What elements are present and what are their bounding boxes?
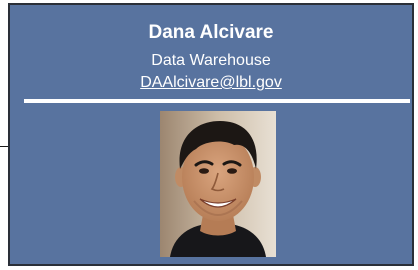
profile-card: Dana Alcivare Data Warehouse DAAlcivare@… bbox=[8, 3, 414, 266]
person-name: Dana Alcivare bbox=[148, 22, 274, 43]
portrait-image bbox=[160, 111, 276, 257]
divider bbox=[24, 99, 410, 103]
profile-photo bbox=[160, 111, 276, 257]
department-label: Data Warehouse bbox=[151, 52, 271, 69]
email-link[interactable]: DAAlcivare@lbl.gov bbox=[140, 74, 282, 91]
email-line: DAAlcivare@lbl.gov bbox=[10, 73, 412, 93]
